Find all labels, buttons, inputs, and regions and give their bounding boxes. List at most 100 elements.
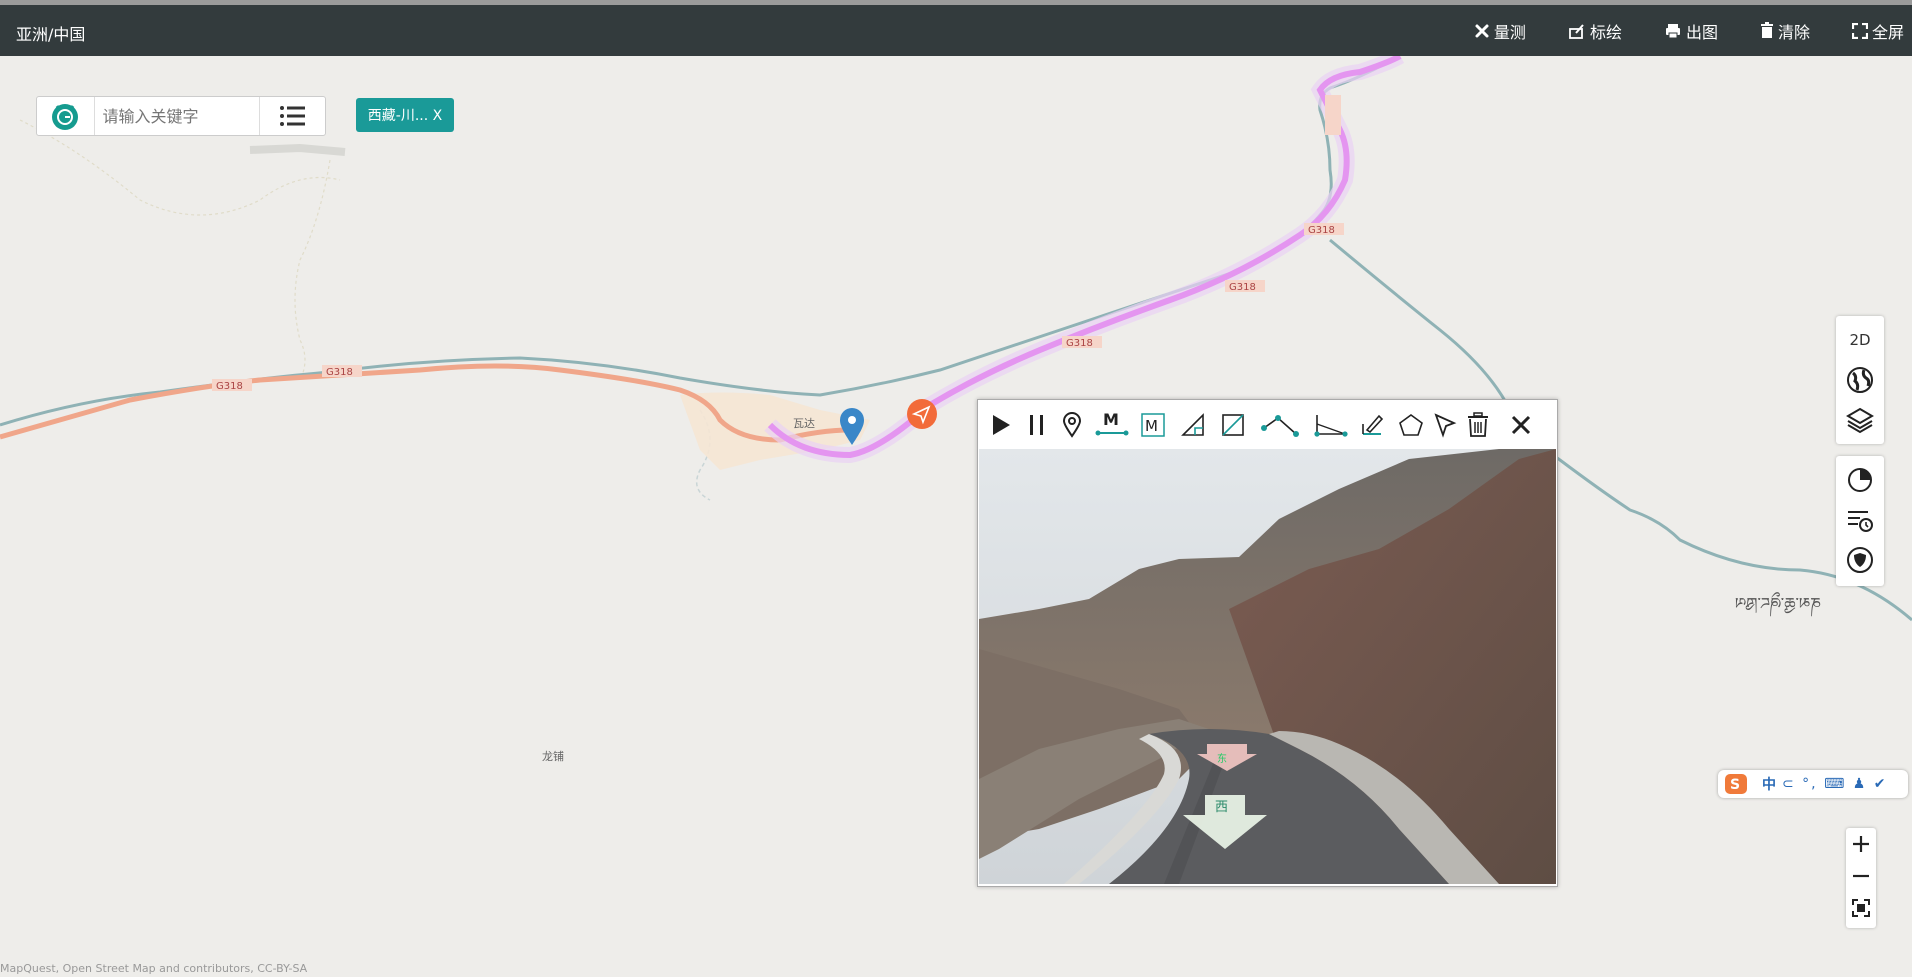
road-shield-1: G318 [216, 381, 243, 392]
2d-toggle-button[interactable]: 2D [1836, 320, 1884, 360]
ime-mode-label[interactable]: 中 [1762, 774, 1776, 794]
close-panel-button[interactable] [1506, 410, 1536, 440]
draw-icon [1569, 23, 1584, 39]
map-canvas[interactable]: G318 G318 G318 G318 G318 瓦达 龙铺 ནམ་ཆུ་ཞིང… [0, 56, 1912, 977]
edit-button[interactable] [1357, 410, 1387, 440]
navigation-arrow-icon [907, 399, 937, 429]
measure-line-icon: M [1095, 411, 1129, 436]
print-label: 出图 [1685, 22, 1718, 42]
minus-icon [1853, 874, 1869, 878]
zoom-extent-button[interactable] [1846, 892, 1876, 924]
fullscreen-button[interactable]: 全屏 [1851, 19, 1904, 43]
search-logo[interactable] [37, 97, 95, 135]
road-shield-2: G318 [326, 367, 353, 378]
play-icon [993, 415, 1010, 435]
layers-button[interactable] [1836, 400, 1884, 440]
geo-logo-icon [52, 104, 79, 130]
list-clock-icon [1848, 511, 1873, 532]
orange-navigation-marker[interactable] [906, 398, 938, 434]
location-button[interactable] [1057, 410, 1087, 440]
height-button[interactable] [1312, 410, 1348, 440]
search-bar [36, 96, 326, 136]
measure-box-button[interactable]: M [1138, 410, 1168, 440]
village-label: 龙铺 [542, 750, 564, 763]
annotate-button[interactable]: 标绘 [1568, 19, 1622, 43]
town-label: 瓦达 [793, 417, 815, 430]
backward-arrow-label: 西 [1215, 800, 1228, 815]
map-pin-icon [840, 408, 864, 445]
polygon-icon [1399, 414, 1423, 436]
cursor-select-icon [1434, 413, 1457, 438]
area-icon [1222, 414, 1244, 436]
zoom-out-button[interactable] [1846, 860, 1876, 892]
road-shield-4: G318 [1229, 282, 1256, 293]
zoom-controls [1846, 828, 1876, 928]
header-toolbar: 量测 标绘 出图 清除 全屏 [1432, 5, 1904, 56]
list-icon [280, 106, 306, 126]
ime-tools[interactable]: ⊂ °, ⌨ ♟ ✔ [1782, 776, 1887, 792]
zoom-in-button[interactable] [1846, 828, 1876, 860]
globe-button[interactable] [1836, 360, 1884, 400]
measure-line-button[interactable]: M [1094, 410, 1130, 440]
polygon-button[interactable] [1396, 410, 1426, 440]
edit-icon [1362, 414, 1384, 435]
pause-icon [1030, 415, 1043, 435]
layers-icon [1846, 407, 1874, 434]
statistics-button[interactable] [1836, 460, 1884, 500]
list-menu-button[interactable] [258, 97, 325, 135]
area-button[interactable] [1218, 410, 1248, 440]
ime-toolbar: S 中 ⊂ °, ⌨ ♟ ✔ [1718, 770, 1908, 798]
map-attribution: MapQuest, Open Street Map and contributo… [0, 962, 308, 975]
fullscreen-label: 全屏 [1871, 22, 1904, 42]
shield-icon [1847, 547, 1873, 573]
street-view-panel: M M 东 西 [977, 399, 1558, 887]
plus-icon [1853, 836, 1869, 852]
region-breadcrumb[interactable]: 亚洲/中国 [16, 21, 85, 45]
clear-button[interactable]: 清除 [1760, 19, 1810, 43]
analysis-controls [1836, 456, 1884, 586]
print-icon [1665, 23, 1680, 38]
delete-button[interactable] [1463, 410, 1493, 440]
view-mode-controls: 2D [1836, 316, 1884, 444]
close-x-icon [1475, 24, 1489, 37]
height-icon [1314, 415, 1348, 437]
globe-icon [1847, 367, 1873, 393]
measure-label: 量测 [1493, 22, 1526, 42]
blue-location-pin[interactable] [838, 408, 866, 450]
measure-box-icon: M [1141, 413, 1165, 437]
print-button[interactable]: 出图 [1664, 19, 1718, 43]
slope-button[interactable] [1260, 410, 1300, 440]
route-filter-chip[interactable]: 西藏-川... X [356, 98, 454, 132]
close-icon [1511, 415, 1531, 435]
angle-button[interactable] [1178, 410, 1208, 440]
extent-icon [1852, 899, 1870, 917]
svg-text:S: S [1730, 777, 1740, 793]
history-button[interactable] [1836, 500, 1884, 540]
sogou-logo-icon: S [1725, 774, 1747, 794]
fullscreen-icon [1851, 22, 1868, 39]
map-layer: G318 G318 G318 G318 G318 [0, 56, 1912, 977]
map-patch [249, 143, 346, 156]
measure-button[interactable]: 量测 [1474, 19, 1526, 43]
play-button[interactable] [986, 410, 1016, 440]
street-scene: 东 西 [979, 449, 1556, 884]
road-shield-5: G318 [1308, 225, 1335, 236]
top-header: 亚洲/中国 量测 标绘 出图 清除 全屏 [0, 5, 1912, 56]
forward-arrow-label: 东 [1217, 752, 1227, 765]
tibetan-place-label: ནམ་ཆུ་ཞིང་ཁུལ [1735, 594, 1821, 613]
select-button[interactable] [1430, 410, 1460, 440]
trash-icon [1760, 22, 1773, 38]
measure-line-m-label: M [1103, 411, 1119, 429]
measure-box-m-label: M [1145, 417, 1158, 435]
trash-icon [1468, 412, 1488, 437]
location-pin-icon [1062, 412, 1082, 438]
search-input[interactable] [94, 97, 259, 135]
road-shield-3: G318 [1066, 338, 1093, 349]
street-view-image[interactable]: 东 西 [979, 449, 1556, 884]
annotate-label: 标绘 [1589, 22, 1622, 42]
clear-label: 清除 [1777, 22, 1810, 42]
pie-chart-icon [1848, 468, 1872, 492]
security-button[interactable] [1836, 540, 1884, 580]
2d-label: 2D [1849, 331, 1871, 349]
pause-button[interactable] [1022, 410, 1052, 440]
